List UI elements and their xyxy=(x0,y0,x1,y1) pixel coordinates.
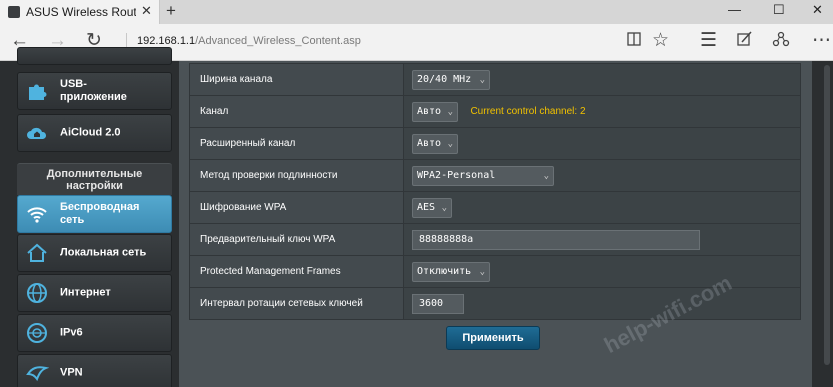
maximize-icon[interactable]: ☐ xyxy=(773,2,785,18)
wireless-settings-panel: Ширина канала 20/40 MHz ⌄ Канал Авто ⌄ Cur… xyxy=(179,61,812,387)
sidebar-item-label: AiCloud 2.0 xyxy=(60,126,121,139)
extension-channel-select[interactable]: Авто ⌄ xyxy=(412,133,458,154)
sidebar-item-partial[interactable] xyxy=(17,47,172,65)
sidebar-item-label: Локальная сеть xyxy=(60,246,147,259)
router-page: USB- приложение AiCloud 2.0 Дополнительн… xyxy=(0,47,833,387)
favicon-icon xyxy=(8,6,20,18)
favorite-star-icon[interactable]: ☆ xyxy=(652,31,669,51)
chevron-down-icon: ⌄ xyxy=(479,266,485,277)
key-rotation-label: Интервал ротации сетевых ключей xyxy=(189,287,404,320)
channel-select[interactable]: Авто ⌄ xyxy=(412,101,458,122)
table-row: Шифрование WPA AES ⌄ xyxy=(189,191,801,224)
table-row: Предварительный ключ WPA 88888888a xyxy=(189,223,801,256)
wpa-encryption-value: AES xyxy=(417,201,436,213)
advanced-settings-title: Дополнительные настройки xyxy=(46,168,143,192)
wpa-key-input[interactable]: 88888888a xyxy=(412,229,700,250)
tab-title: ASUS Wireless Router R xyxy=(26,5,136,19)
sidebar-item-vpn[interactable]: VPN xyxy=(17,354,172,387)
puzzle-icon xyxy=(25,79,49,103)
chevron-down-icon: ⌄ xyxy=(479,74,485,85)
address-path: /Advanced_Wireless_Content.asp xyxy=(195,35,361,47)
auth-method-value: WPA2-Personal xyxy=(417,169,496,181)
table-row: Расширенный канал Авто ⌄ xyxy=(189,127,801,160)
sidebar-item-label: Интернет xyxy=(60,286,111,299)
address-host: 192.168.1.1 xyxy=(137,35,196,47)
ipv6-globe-icon xyxy=(25,321,49,345)
wpa-encryption-select[interactable]: AES ⌄ xyxy=(412,197,452,218)
home-icon xyxy=(25,241,49,265)
sidebar-item-ipv6[interactable]: IPv6 xyxy=(17,314,172,352)
auth-method-select[interactable]: WPA2-Personal ⌄ xyxy=(412,165,554,186)
sidebar-item-aicloud[interactable]: AiCloud 2.0 xyxy=(17,114,172,152)
pmf-label: Protected Management Frames xyxy=(189,255,404,288)
chevron-down-icon: ⌄ xyxy=(447,138,453,149)
browser-tab[interactable]: ASUS Wireless Router R ✕ xyxy=(0,0,160,24)
channel-label: Канал xyxy=(189,95,404,128)
channel-width-select[interactable]: 20/40 MHz ⌄ xyxy=(412,69,490,90)
chevron-down-icon: ⌄ xyxy=(447,106,453,117)
close-tab-icon[interactable]: ✕ xyxy=(141,3,152,19)
extension-channel-value: Авто xyxy=(417,137,442,149)
sidebar-item-usb[interactable]: USB- приложение xyxy=(17,72,172,110)
sidebar-item-label: Беспроводная сеть xyxy=(60,201,140,226)
extension-channel-label: Расширенный канал xyxy=(189,127,404,160)
scrollbar-thumb[interactable] xyxy=(824,65,830,365)
sidebar-item-label: VPN xyxy=(60,366,83,379)
vpn-icon xyxy=(25,361,50,385)
channel-width-label: Ширина канала xyxy=(189,63,404,96)
sidebar-item-wireless[interactable]: Беспроводная сеть xyxy=(17,195,172,233)
apply-button[interactable]: Применить xyxy=(446,326,540,350)
close-window-icon[interactable]: ✕ xyxy=(812,2,823,18)
sidebar-item-lan[interactable]: Локальная сеть xyxy=(17,234,172,272)
advanced-settings-header: Дополнительные настройки xyxy=(17,163,172,195)
chevron-down-icon: ⌄ xyxy=(543,170,549,181)
address-bar[interactable]: 192.168.1.1/Advanced_Wireless_Content.as… xyxy=(137,35,361,47)
globe-icon xyxy=(25,281,49,305)
web-note-icon[interactable] xyxy=(736,31,752,52)
pmf-select[interactable]: Отключить ⌄ xyxy=(412,261,490,282)
wpa-encryption-label: Шифрование WPA xyxy=(189,191,404,224)
channel-value: Авто xyxy=(417,105,442,117)
sidebar-item-label: IPv6 xyxy=(60,326,83,339)
pmf-value: Отключить xyxy=(417,265,472,277)
table-row: Канал Авто ⌄ Current control channel: 2 xyxy=(189,95,801,128)
new-tab-icon[interactable]: + xyxy=(166,1,176,21)
reading-view-icon[interactable] xyxy=(626,31,642,53)
key-rotation-input[interactable]: 3600 xyxy=(412,293,464,314)
hub-icon[interactable]: ☰ xyxy=(700,31,717,51)
current-channel-hint: Current control channel: 2 xyxy=(470,106,586,117)
wifi-icon xyxy=(25,202,49,226)
table-row: Ширина канала 20/40 MHz ⌄ xyxy=(189,63,801,96)
chevron-down-icon: ⌄ xyxy=(441,202,447,213)
cloud-house-icon xyxy=(25,121,49,145)
wpa-key-label: Предварительный ключ WPA xyxy=(189,223,404,256)
share-icon[interactable] xyxy=(772,31,790,52)
sidebar-item-label: USB- приложение xyxy=(60,78,127,103)
minimize-icon[interactable]: — xyxy=(728,2,741,17)
auth-method-label: Метод проверки подлинности xyxy=(189,159,404,192)
channel-width-value: 20/40 MHz xyxy=(417,73,472,85)
more-icon[interactable]: ⋯ xyxy=(812,31,831,51)
sidebar-item-internet[interactable]: Интернет xyxy=(17,274,172,312)
table-row: Метод проверки подлинности WPA2-Personal… xyxy=(189,159,801,192)
tab-bar: ASUS Wireless Router R ✕ + — ☐ ✕ xyxy=(0,0,833,24)
